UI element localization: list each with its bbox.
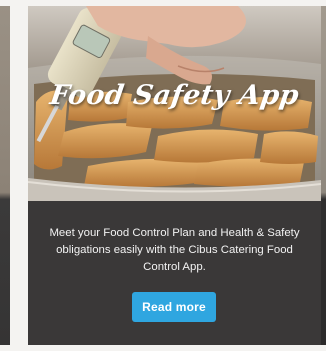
previous-card-edge (0, 6, 10, 345)
page: Food Safety App Meet your Food Control P… (0, 0, 326, 351)
card-title: Food Safety App (48, 80, 301, 111)
read-more-button[interactable]: Read more (132, 292, 216, 322)
card-description: Meet your Food Control Plan and Health &… (49, 227, 300, 273)
